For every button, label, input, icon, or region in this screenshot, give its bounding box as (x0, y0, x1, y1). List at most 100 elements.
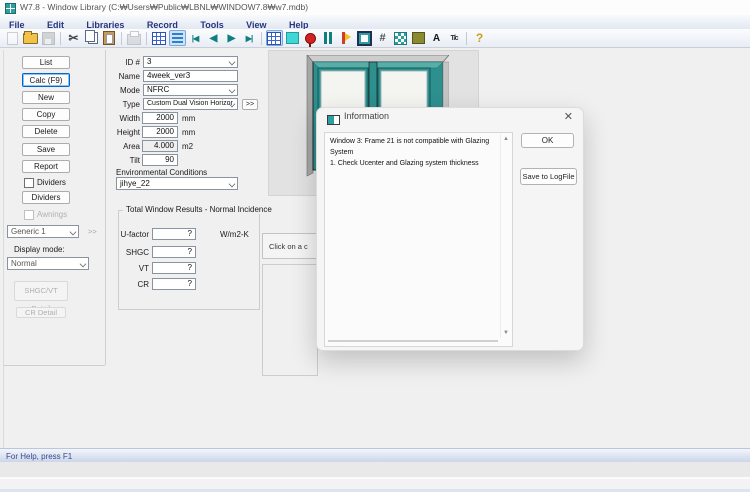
window-title: W7.8 - Window Library (C:₩Users₩Public₩L… (20, 0, 308, 15)
shgc-label: SHGC (116, 248, 149, 257)
last-record-icon[interactable]: ▶| (241, 30, 258, 46)
dialog-title: Information (344, 111, 389, 121)
grid-toggle-icon[interactable]: # (374, 30, 391, 46)
dividers-checkbox-label: Dividers (37, 178, 66, 187)
glazing-system-library-icon[interactable] (284, 30, 301, 46)
window-library-icon[interactable] (266, 30, 283, 46)
optics-icon[interactable]: T/c (446, 30, 463, 46)
dialog-message: Window 3: Frame 21 is not compatible wit… (330, 137, 496, 170)
awnings-checkbox (24, 210, 34, 220)
mode-label: Mode (108, 86, 140, 95)
display-mode-value: Normal (11, 259, 37, 268)
area-unit: m2 (182, 142, 193, 151)
list-view-icon[interactable] (169, 30, 186, 46)
width-label: Width (108, 114, 140, 123)
environmental-conditions-select[interactable]: jihye_22 (116, 177, 238, 190)
prev-record-icon[interactable]: ◀ (205, 30, 222, 46)
chevron-down-icon (229, 180, 236, 187)
type-expand-button[interactable]: >> (242, 99, 258, 110)
help-icon[interactable]: ? (471, 30, 488, 46)
u-factor-field: ? (152, 228, 196, 240)
left-panel-border (105, 50, 106, 365)
id-value: 3 (147, 57, 151, 66)
display-mode-select[interactable]: Normal (7, 257, 89, 270)
dividers-checkbox[interactable] (24, 178, 34, 188)
shgc-vt-detail-button: SHGC/VT Detail (14, 281, 68, 301)
frame-library-icon[interactable] (320, 30, 337, 46)
report-button[interactable]: Report (22, 160, 70, 173)
results-group-title: Total Window Results - Normal Incidence (123, 205, 275, 214)
display-mode-label: Display mode: (14, 245, 65, 254)
toolbar-separator (121, 32, 122, 45)
vertical-scrollbar[interactable]: ▲ ▼ (500, 134, 511, 338)
next-record-icon[interactable]: ▶ (223, 30, 240, 46)
new-button[interactable]: New (22, 91, 70, 104)
text-annotation-icon[interactable]: A (428, 30, 445, 46)
print-icon (126, 30, 143, 46)
component-hint-text: Click on a c (269, 242, 308, 251)
gas-library-icon[interactable] (302, 30, 319, 46)
scroll-up-icon[interactable]: ▲ (501, 136, 511, 142)
shading-library-icon[interactable] (392, 30, 409, 46)
environment-library-icon[interactable] (356, 30, 373, 46)
calc-button[interactable]: Calc (F9) (22, 73, 70, 87)
scroll-down-icon[interactable]: ▼ (501, 330, 511, 336)
mode-select[interactable]: NFRC (143, 84, 238, 96)
type-select[interactable]: Custom Dual Vision Horizor (143, 98, 238, 110)
new-icon (4, 30, 21, 46)
vt-label: VT (116, 264, 149, 273)
copy-icon[interactable] (83, 30, 100, 46)
divider-library-icon[interactable] (338, 30, 355, 46)
id-select[interactable]: 3 (143, 56, 238, 68)
chevron-down-icon (229, 87, 236, 94)
status-bar: For Help, press F1 (0, 448, 750, 462)
cr-label: CR (116, 280, 149, 289)
chevron-down-icon (80, 260, 87, 267)
copy-button[interactable]: Copy (22, 108, 70, 121)
horizontal-scrollbar[interactable] (328, 340, 498, 342)
height-unit: mm (182, 128, 195, 137)
frame-type-select[interactable]: Generic 1 (7, 225, 79, 238)
name-input[interactable]: 4week_ver3 (143, 70, 238, 82)
tilt-label: Tilt (108, 156, 140, 165)
list-button[interactable]: List (22, 56, 70, 69)
save-to-logfile-button[interactable]: Save to LogFile (520, 168, 577, 185)
awnings-checkbox-label: Awnings (37, 210, 67, 219)
table-view-icon[interactable] (151, 30, 168, 46)
window-left-edge (3, 50, 4, 448)
dialog-message-box[interactable]: Window 3: Frame 21 is not compatible wit… (324, 132, 513, 347)
u-factor-label: U-factor (116, 230, 149, 239)
dividers-button[interactable]: Dividers (22, 191, 70, 204)
app-window: W7.8 - Window Library (C:₩Users₩Public₩L… (0, 0, 750, 492)
ok-button[interactable]: OK (521, 133, 574, 148)
width-unit: mm (182, 114, 195, 123)
type-label: Type (108, 100, 140, 109)
tilt-input[interactable]: 90 (142, 154, 178, 166)
environmental-conditions-label: Environmental Conditions (116, 168, 207, 177)
results-group-box (118, 210, 260, 310)
height-label: Height (108, 128, 140, 137)
toolbar: ✂ |◀◀▶▶| # AT/c? (0, 29, 750, 48)
width-input[interactable]: 2000 (142, 112, 178, 124)
frame-type-value: Generic 1 (11, 227, 46, 236)
save-button[interactable]: Save (22, 143, 70, 156)
type-value: Custom Dual Vision Horizor (147, 100, 233, 107)
title-bar: W7.8 - Window Library (C:₩Users₩Public₩L… (0, 0, 750, 16)
taskbar-strip (0, 479, 750, 489)
height-input[interactable]: 2000 (142, 126, 178, 138)
open-icon[interactable] (22, 30, 39, 46)
delete-button[interactable]: Delete (22, 125, 70, 138)
window-bottom-edge (0, 462, 750, 477)
left-panel-bottom-border (4, 365, 105, 366)
app-icon (5, 3, 16, 14)
cut-icon[interactable]: ✂ (65, 30, 82, 46)
cr-field: ? (152, 278, 196, 290)
first-record-icon[interactable]: |◀ (187, 30, 204, 46)
u-factor-unit: W/m2-K (220, 230, 249, 239)
toolbar-separator (261, 32, 262, 45)
material-library-icon[interactable] (410, 30, 427, 46)
close-icon[interactable]: ✕ (564, 110, 573, 123)
name-label: Name (108, 72, 140, 81)
vt-field: ? (152, 262, 196, 274)
paste-icon[interactable] (101, 30, 118, 46)
